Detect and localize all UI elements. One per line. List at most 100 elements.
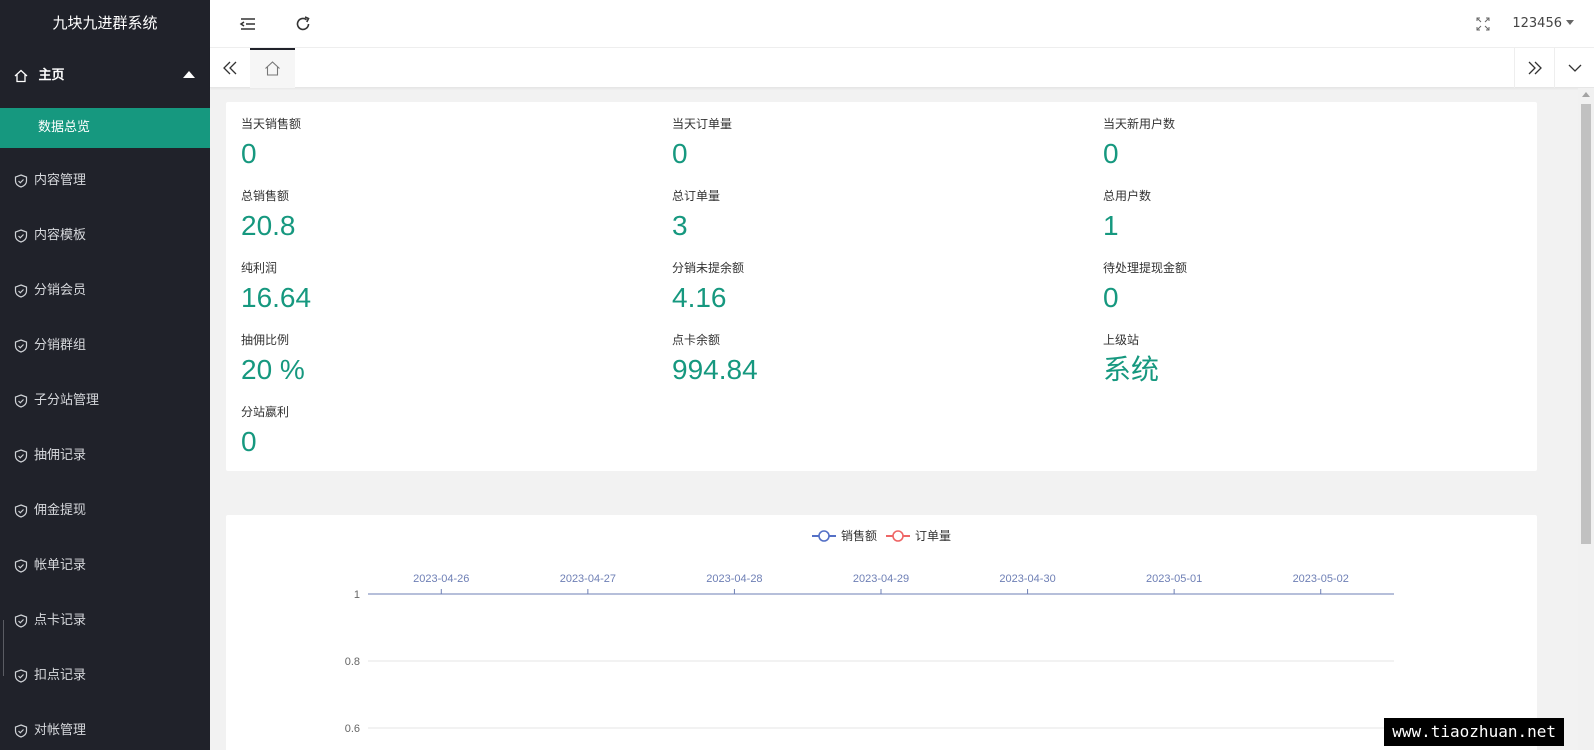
stat-value: 系统 <box>1103 354 1160 385</box>
shield-check-icon <box>14 338 34 353</box>
legend-marker <box>892 530 904 542</box>
sidebar-item-label: 主页 <box>38 68 65 83</box>
caret-up-icon <box>183 71 195 78</box>
stat-value: 16.64 <box>241 282 312 313</box>
chart-card: 销售额 订单量 1 0.8 0.6 2023-04-26 2023-04-27 2023-04… <box>226 515 1537 750</box>
y-tick-label: 0.6 <box>345 723 360 735</box>
sidebar-item-3[interactable]: 分销群组 <box>0 318 210 373</box>
line-chart: 销售额 订单量 1 0.8 0.6 2023-04-26 2023-04-27 2023-04… <box>345 528 1394 735</box>
sidebar-item-label: 帐单记录 <box>34 558 87 573</box>
tabs-options-button[interactable] <box>1554 48 1594 88</box>
legend-label: 销售额 <box>841 528 877 543</box>
sidebar-item-label: 对帐管理 <box>34 723 87 738</box>
stat-label: 分销未提余额 <box>672 261 745 275</box>
shield-check-icon <box>14 723 34 738</box>
chevron-down-icon <box>1566 20 1574 25</box>
stat-block: 分站嬴利 0 <box>241 404 661 460</box>
stats-card: 当天销售额 0 当天订单量 0 当天新用户数 0 总销售额 20.8 总订单量 3 总用户数 1 纯利润… <box>226 102 1537 471</box>
y-tick-label: 0.8 <box>345 656 360 668</box>
scrollbar-thumb[interactable] <box>1581 104 1591 544</box>
shield-check-icon <box>14 173 34 188</box>
stat-block: 待处理提现金额 0 <box>1103 260 1523 316</box>
username: 123456 <box>1512 16 1562 31</box>
sidebar-item-home[interactable]: 主页 <box>0 48 210 104</box>
stat-label: 当天销售额 <box>241 117 302 131</box>
main-content: 当天销售额 0 当天订单量 0 当天新用户数 0 总销售额 20.8 总订单量 3 总用户数 1 纯利润… <box>210 89 1594 750</box>
stat-block: 分销未提余额 4.16 <box>672 260 1092 316</box>
stat-label: 总销售额 <box>241 189 290 203</box>
shield-check-icon <box>14 558 34 573</box>
sidebar-item-6[interactable]: 佣金提现 <box>0 483 210 538</box>
tabs-scroll-left-button[interactable] <box>210 48 250 88</box>
sidebar-item-8[interactable]: 点卡记录 <box>0 593 210 648</box>
sidebar-item-label: 抽佣记录 <box>34 448 87 463</box>
sidebar-item-9[interactable]: 扣点记录 <box>0 648 210 703</box>
sidebar-item-10[interactable]: 对帐管理 <box>0 703 210 750</box>
stat-label: 当天订单量 <box>672 117 733 131</box>
shield-check-icon <box>14 228 34 243</box>
y-tick-label: 1 <box>354 589 360 601</box>
stat-label: 点卡余额 <box>672 333 721 347</box>
stat-value: 0 <box>241 138 257 169</box>
x-tick-label: 2023-04-29 <box>853 573 909 585</box>
stat-block: 总销售额 20.8 <box>241 188 661 244</box>
stat-label: 纯利润 <box>241 261 278 275</box>
sidebar-item-7[interactable]: 帐单记录 <box>0 538 210 593</box>
scroll-up-icon[interactable] <box>1582 92 1590 97</box>
tab-home[interactable] <box>250 48 295 88</box>
stat-block: 点卡余额 994.84 <box>672 332 1092 388</box>
legend-marker <box>818 530 830 542</box>
menu-fold-icon[interactable] <box>238 14 258 34</box>
stat-block: 当天订单量 0 <box>672 116 1092 172</box>
stat-block: 当天新用户数 0 <box>1103 116 1523 172</box>
tabs-scroll-right-button[interactable] <box>1514 48 1554 88</box>
shield-check-icon <box>14 448 34 463</box>
x-tick-label: 2023-04-26 <box>413 573 469 585</box>
fullscreen-icon[interactable] <box>1476 14 1496 34</box>
stat-value: 0 <box>1103 138 1119 169</box>
home-icon <box>265 61 280 76</box>
stat-label: 上级站 <box>1103 333 1140 347</box>
tabs-bar <box>210 48 1594 88</box>
stat-block: 总订单量 3 <box>672 188 1092 244</box>
shield-check-icon <box>14 503 34 518</box>
sidebar-item-2[interactable]: 分销会员 <box>0 263 210 318</box>
sidebar-item-4[interactable]: 子分站管理 <box>0 373 210 428</box>
sidebar-item-label: 点卡记录 <box>34 613 87 628</box>
stat-value: 1 <box>1103 210 1119 241</box>
home-icon <box>14 69 34 83</box>
stat-label: 抽佣比例 <box>241 333 290 347</box>
top-header: 123456 <box>210 0 1594 48</box>
sidebar-subitem-overview[interactable]: 数据总览 <box>0 108 210 148</box>
stat-block: 纯利润 16.64 <box>241 260 661 316</box>
sidebar-item-label: 内容模板 <box>34 228 87 243</box>
app-root: 九块九进群系统 主页 数据总览 内容管理内容模板分销会员 分销群组 子分站管理抽佣记… <box>0 0 1594 750</box>
x-tick-label: 2023-04-30 <box>999 573 1055 585</box>
sidebar-item-label: 扣点记录 <box>34 668 87 683</box>
refresh-icon[interactable] <box>293 14 313 34</box>
stat-value: 3 <box>672 210 688 241</box>
sidebar-scroll-handle[interactable] <box>0 620 4 676</box>
x-tick-label: 2023-04-28 <box>706 573 762 585</box>
stat-label: 当天新用户数 <box>1103 117 1176 131</box>
page-scrollbar[interactable] <box>1578 88 1594 750</box>
sidebar: 九块九进群系统 主页 数据总览 内容管理内容模板分销会员 分销群组 子分站管理抽佣记… <box>0 0 210 750</box>
sidebar-item-0[interactable]: 内容管理 <box>0 153 210 208</box>
stat-value: 0 <box>241 426 257 457</box>
app-title: 九块九进群系统 <box>52 14 158 32</box>
sidebar-item-1[interactable]: 内容模板 <box>0 208 210 263</box>
sidebar-item-5[interactable]: 抽佣记录 <box>0 428 210 483</box>
x-tick-label: 2023-05-02 <box>1293 573 1349 585</box>
stat-value: 20 % <box>241 354 305 385</box>
shield-check-icon <box>14 283 34 298</box>
x-tick-label: 2023-05-01 <box>1146 573 1202 585</box>
stat-value: 4.16 <box>672 282 727 313</box>
double-chevron-left-icon <box>223 61 237 75</box>
stat-block: 总用户数 1 <box>1103 188 1523 244</box>
stat-label: 分站嬴利 <box>241 405 290 419</box>
user-menu[interactable]: 123456 <box>1512 16 1574 31</box>
stat-block: 上级站 系统 <box>1103 332 1523 388</box>
chevron-down-icon <box>1568 64 1582 72</box>
legend-label: 订单量 <box>915 529 951 543</box>
stat-label: 总订单量 <box>672 189 721 203</box>
